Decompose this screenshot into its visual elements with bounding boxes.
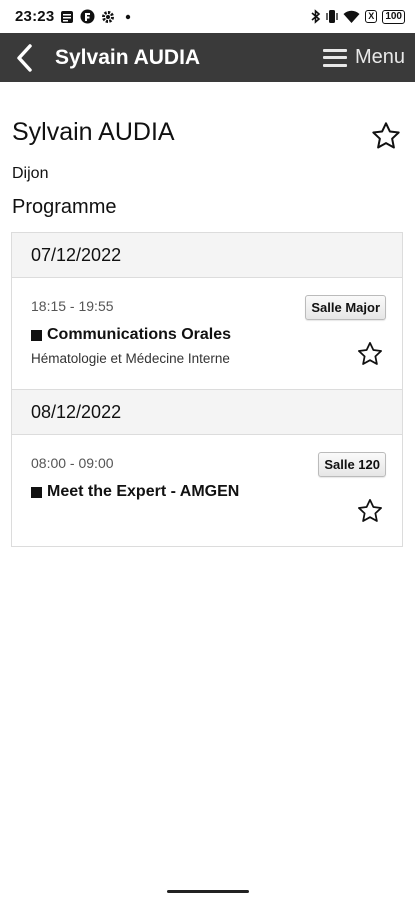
speaker-city: Dijon xyxy=(12,165,49,182)
app-notification-icon xyxy=(80,9,95,24)
no-sim-icon: X xyxy=(365,10,378,23)
session-item[interactable]: 18:15 - 19:55 Salle Major Communications… xyxy=(12,278,402,390)
day-header: 08/12/2022 xyxy=(12,390,402,435)
star-outline-icon xyxy=(358,499,382,522)
session-title-text: Meet the Expert - AMGEN xyxy=(47,483,240,500)
app-bar-title: Sylvain AUDIA xyxy=(55,45,201,69)
programme-list: 07/12/2022 18:15 - 19:55 Salle Major Com… xyxy=(11,232,403,547)
battery-icon: 100 xyxy=(382,9,405,24)
notes-icon xyxy=(60,10,74,24)
session-title-text: Communications Orales xyxy=(47,326,232,343)
dot-icon xyxy=(121,10,135,24)
wifi-icon xyxy=(343,10,360,24)
speaker-name: Sylvain AUDIA xyxy=(12,118,175,146)
session-time: 18:15 - 19:55 xyxy=(31,298,114,314)
session-title: Communications Orales xyxy=(31,326,231,344)
session-track: Hématologie et Médecine Interne xyxy=(31,351,230,366)
vibrate-icon xyxy=(326,9,338,24)
session-color-square-icon xyxy=(31,329,42,341)
star-outline-icon xyxy=(372,122,400,149)
session-color-square-icon xyxy=(31,486,42,498)
chevron-left-icon xyxy=(17,43,32,72)
star-outline-icon xyxy=(358,342,382,365)
status-right: X 100 xyxy=(311,9,405,24)
favorite-session-button[interactable] xyxy=(356,340,384,373)
hamburger-icon xyxy=(322,48,347,67)
home-indicator[interactable] xyxy=(167,890,249,893)
status-left: 23:23 xyxy=(15,8,135,25)
settings-gear-icon xyxy=(101,10,115,24)
favorite-speaker-button[interactable] xyxy=(370,120,402,157)
room-badge: Salle Major xyxy=(305,295,386,320)
programme-heading: Programme xyxy=(12,196,117,218)
menu-label: Menu xyxy=(354,46,405,68)
session-time: 08:00 - 09:00 xyxy=(31,455,114,471)
room-badge: Salle 120 xyxy=(318,452,386,477)
status-bar: 23:23 X 100 xyxy=(0,0,415,33)
session-item[interactable]: 08:00 - 09:00 Salle 120 Meet the Expert … xyxy=(12,435,402,546)
menu-button[interactable]: Menu xyxy=(322,46,405,69)
app-bar: Sylvain AUDIA Menu xyxy=(0,33,415,82)
status-time: 23:23 xyxy=(15,8,55,25)
bluetooth-icon xyxy=(311,9,321,24)
favorite-session-button[interactable] xyxy=(356,497,384,530)
back-button[interactable] xyxy=(5,33,45,82)
session-title: Meet the Expert - AMGEN xyxy=(31,483,239,501)
day-header: 07/12/2022 xyxy=(12,233,402,278)
